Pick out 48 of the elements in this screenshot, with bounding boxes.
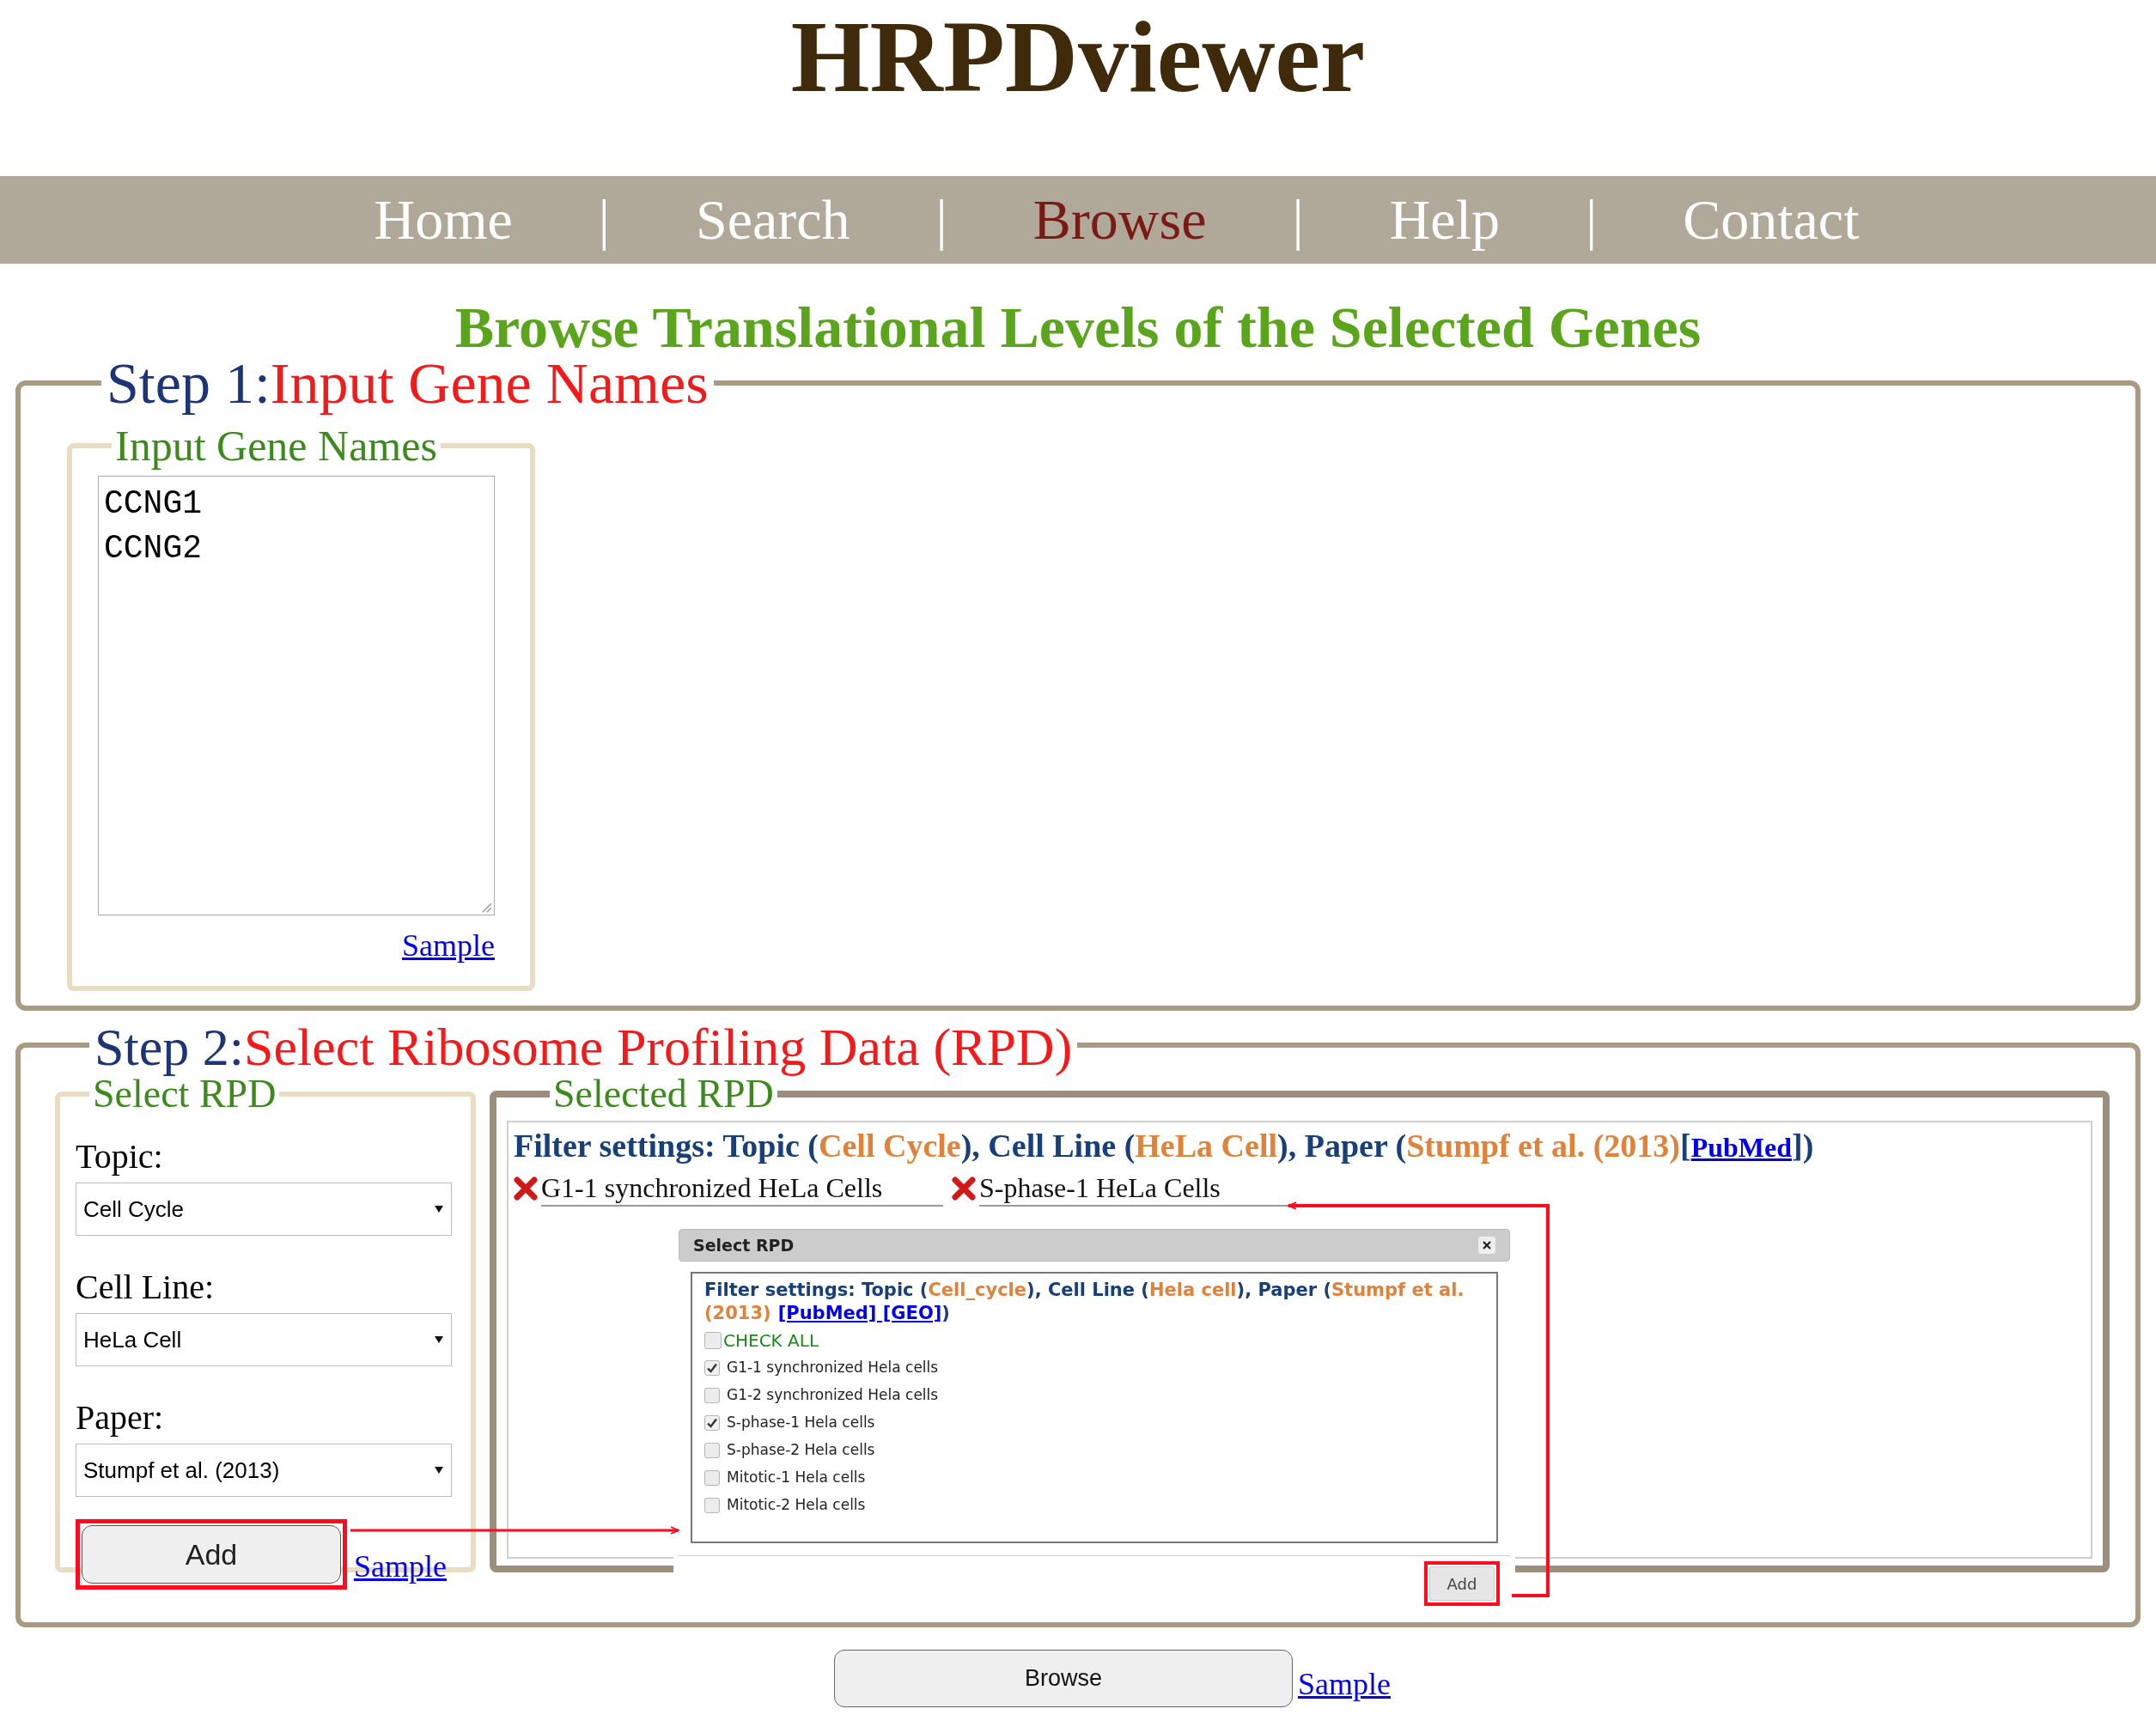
sample-link[interactable]: Sample [354, 1543, 447, 1590]
checkbox[interactable] [704, 1360, 720, 1376]
resize-handle-icon [482, 903, 492, 913]
option-label: Mitotic-1 Hela cells [727, 1468, 866, 1488]
caret-icon [434, 1205, 444, 1213]
selected-item: S-phase-1 HeLa Cells [979, 1170, 1381, 1207]
filter-settings-text: Filter settings: Topic (Cell Cycle), Cell Line (HeLa Cell), Paper (Stumpf et al. (2013)[PubMed]) [514, 1127, 1815, 1165]
option-label: S-phase-1 Hela cells [727, 1413, 875, 1433]
checkbox[interactable] [704, 1332, 722, 1349]
dropdown[interactable]: Cell Cycle [76, 1183, 452, 1236]
dropdown[interactable]: HeLa Cell [76, 1313, 452, 1366]
dialog-title: Select RPD [693, 1234, 795, 1256]
caret-icon [434, 1335, 444, 1344]
add-button[interactable]: Add [1429, 1566, 1495, 1601]
field-label: Topic: [76, 1140, 164, 1174]
gene-input-field[interactable]: CCNG1 CCNG2 [98, 476, 495, 915]
option-label: S-phase-2 Hela cells [727, 1440, 875, 1461]
checkbox[interactable] [704, 1388, 720, 1403]
step-title: Select Ribosome Profiling Data (RPD) [243, 1018, 1073, 1076]
field-label: Paper: [76, 1401, 165, 1435]
checkbox[interactable] [704, 1415, 720, 1431]
dropdown[interactable]: Stumpf et al. (2013) [76, 1444, 452, 1497]
sample-link[interactable]: Sample [402, 922, 495, 969]
option-label: G1-1 synchronized Hela cells [727, 1358, 939, 1378]
check-icon [706, 1362, 718, 1374]
nav-link[interactable]: Browse [1032, 192, 1207, 248]
selected-item: G1-1 synchronized HeLa Cells [541, 1170, 943, 1207]
caret-icon [434, 1466, 444, 1475]
step-number: Step 2: [94, 1018, 244, 1076]
checkbox[interactable] [704, 1443, 720, 1458]
close-button[interactable] [1478, 1237, 1495, 1254]
checkbox[interactable] [704, 1470, 720, 1486]
panel-legend: Selected RPD [550, 1074, 777, 1114]
step-number: Step 1: [107, 350, 271, 416]
check-icon [706, 1417, 718, 1429]
add-button[interactable]: Add [82, 1525, 341, 1584]
filter-settings-text: Filter settings: Topic (Cell_cycle), Cell Line (Hela cell), Paper (Stumpf et al. (2013) [PubMed] [GEO]) [704, 1279, 1465, 1325]
remove-icon[interactable] [514, 1176, 538, 1201]
browse-button[interactable]: Browse [834, 1650, 1293, 1707]
site-title: HRPDviewer [790, 7, 1366, 108]
field-label: Cell Line: [76, 1270, 216, 1304]
remove-icon[interactable] [952, 1176, 976, 1201]
option-label: G1-2 synchronized Hela cells [727, 1385, 939, 1406]
checkbox[interactable] [704, 1498, 720, 1513]
option-label: Mitotic-2 Hela cells [727, 1495, 866, 1516]
close-icon [1483, 1241, 1491, 1250]
check-all-label: CHECK ALL [723, 1329, 819, 1353]
sample-link[interactable]: Sample [1298, 1661, 1391, 1707]
